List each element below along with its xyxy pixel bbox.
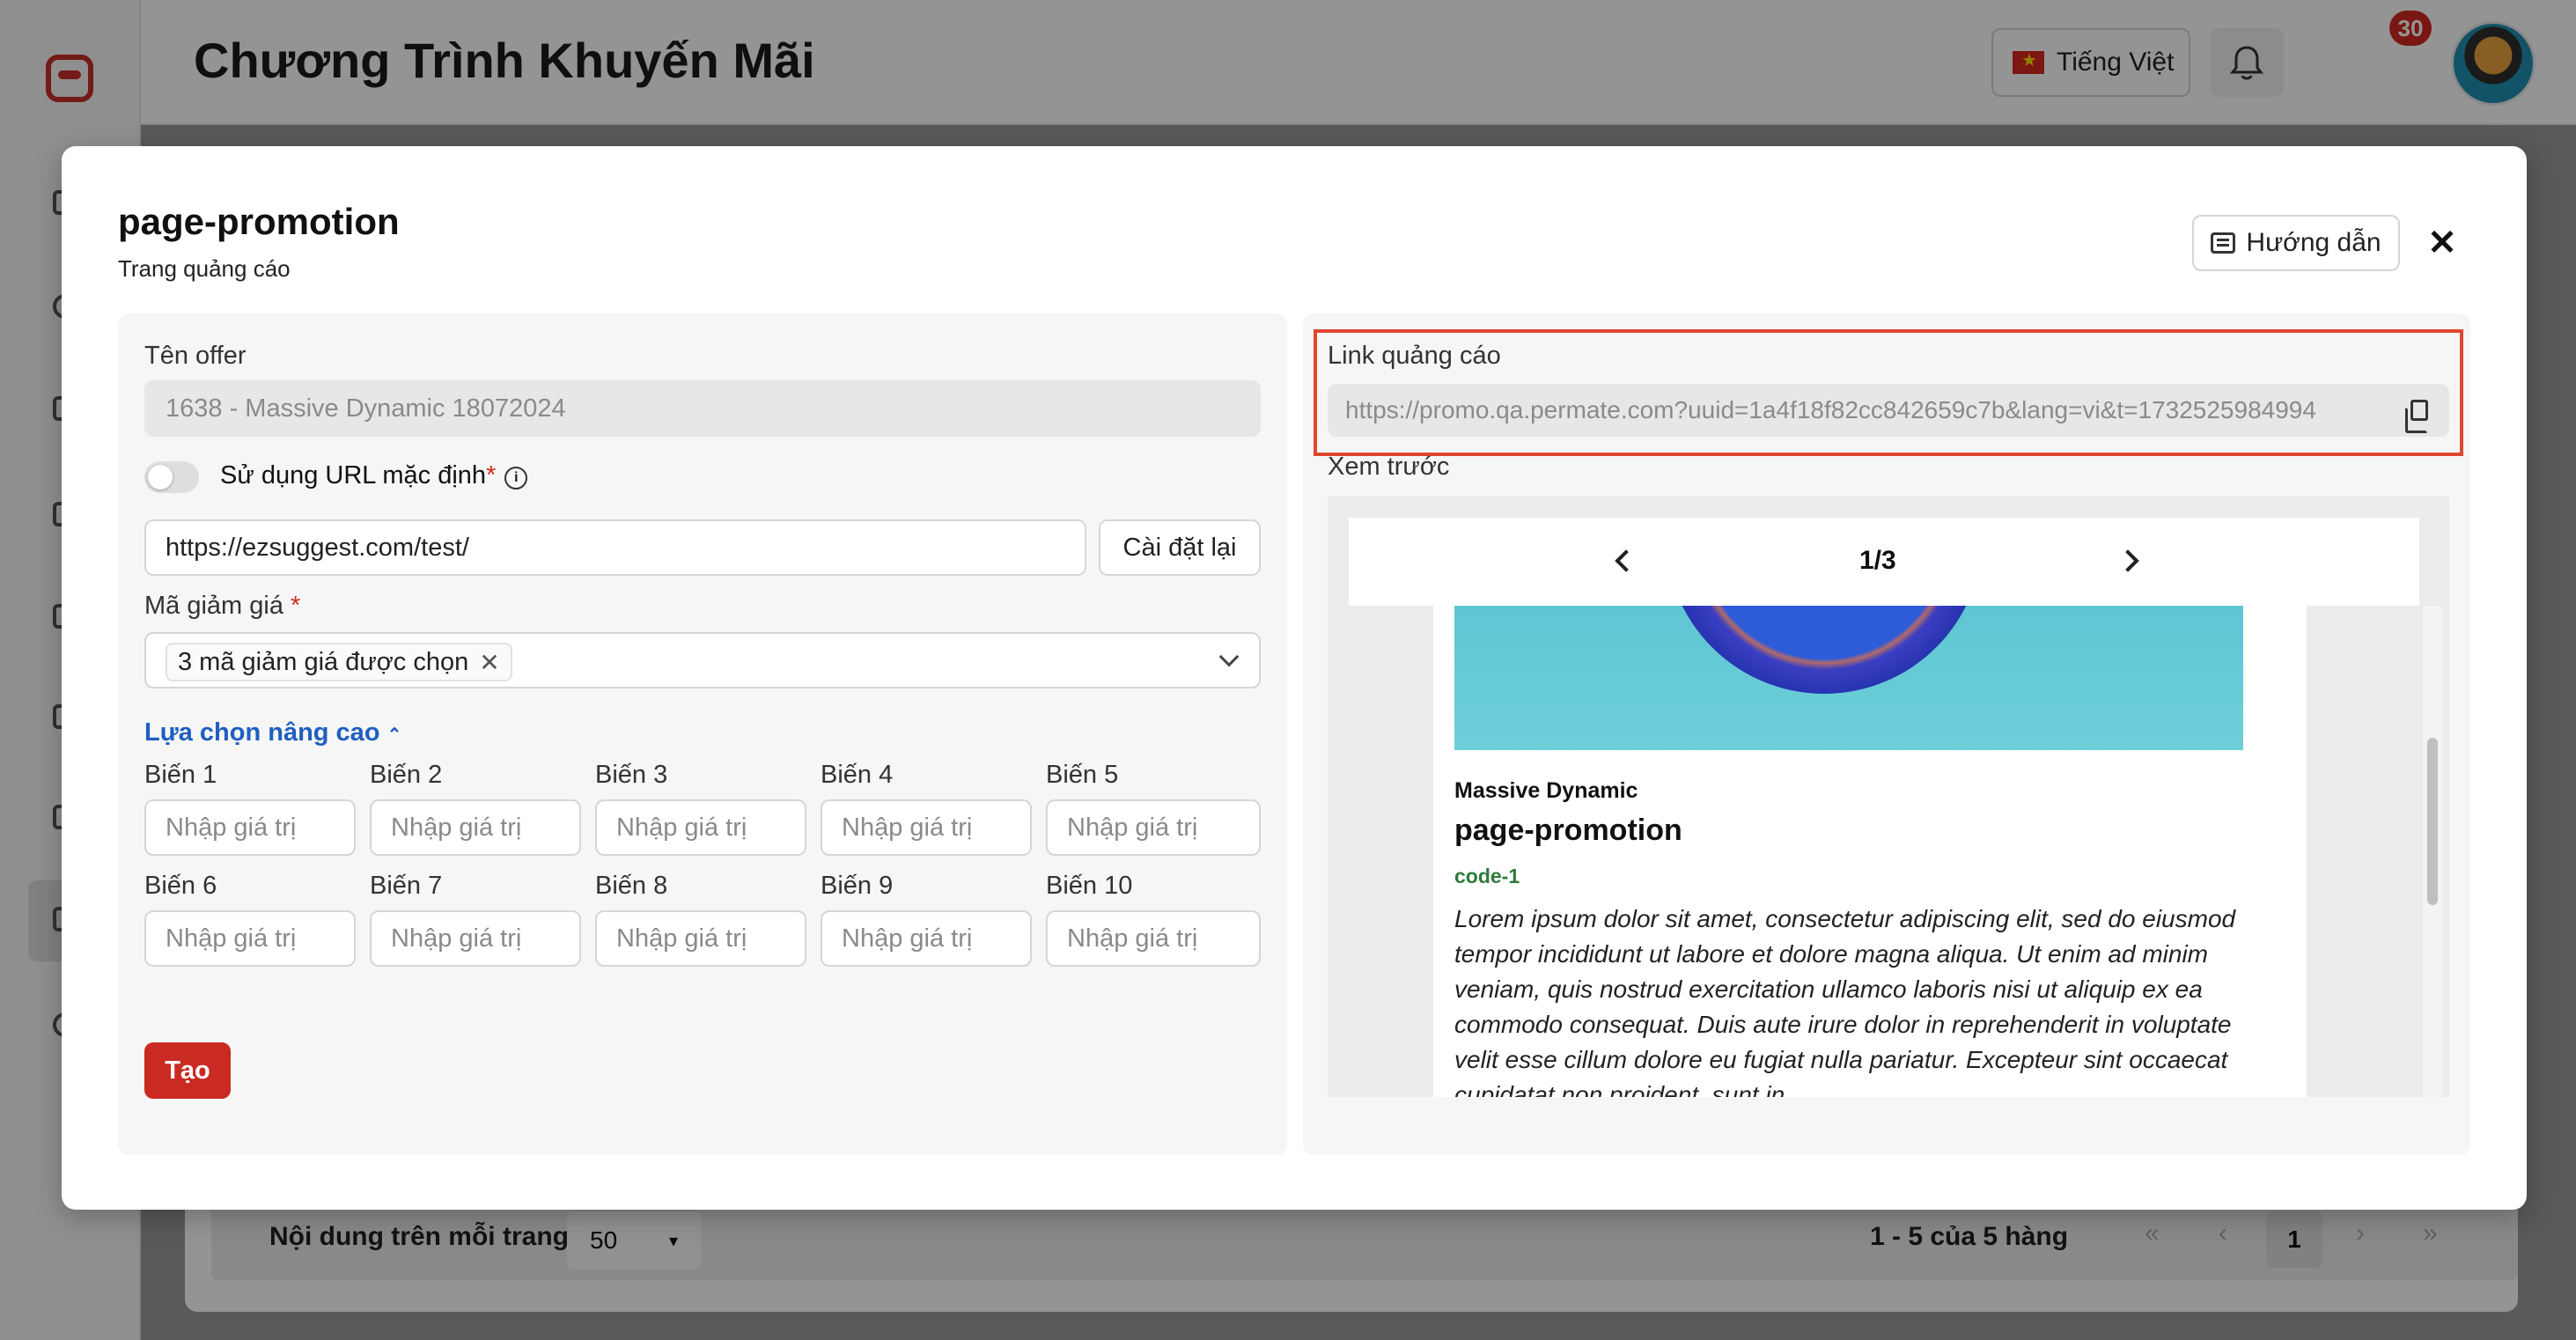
variable-label: Biến 10 <box>1046 872 1133 900</box>
preview-label: Xem trước <box>1328 453 1450 481</box>
preview-frame: Massive Dynamic page-promotion code-1 Lo… <box>1328 497 2449 1097</box>
variable-input[interactable]: Nhập giá trị <box>144 910 356 967</box>
variable-label: Biến 3 <box>595 761 668 789</box>
preview-description: Lorem ipsum dolor sit amet, consectetur … <box>1454 905 2236 1097</box>
default-url-toggle[interactable] <box>144 461 199 493</box>
offer-field: 1638 - Massive Dynamic 18072024 <box>144 380 1261 437</box>
ad-link-field[interactable]: https://promo.qa.permate.com?uuid=1a4f18… <box>1328 384 2449 437</box>
preview-brand: Massive Dynamic <box>1454 778 1638 803</box>
coupon-tag-label: 3 mã giảm giá được chọn <box>178 647 469 676</box>
info-icon[interactable]: i <box>504 467 528 490</box>
close-icon[interactable]: ✕ <box>2421 222 2463 264</box>
chevron-left-icon[interactable] <box>1615 549 1638 572</box>
preview-banner-image <box>1454 606 2243 750</box>
slide-counter: 1/3 <box>1859 546 1896 575</box>
chevron-down-icon <box>1218 646 1240 667</box>
advanced-options-toggle[interactable]: Lựa chọn nâng cao ⌃ <box>144 718 401 747</box>
variable-label: Biến 1 <box>144 761 217 789</box>
preview-scrollbar[interactable] <box>2423 606 2442 1097</box>
url-input[interactable]: https://ezsuggest.com/test/ <box>144 519 1086 576</box>
guide-label: Hướng dẫn <box>2246 228 2381 257</box>
preview-slider-nav: 1/3 <box>1349 518 2419 606</box>
variable-label: Biến 8 <box>595 872 668 900</box>
ad-link-url: https://promo.qa.permate.com?uuid=1a4f18… <box>1345 396 2316 423</box>
variable-label: Biến 2 <box>370 761 443 789</box>
preview-title: page-promotion <box>1454 814 1682 847</box>
scrollbar-thumb[interactable] <box>2427 738 2438 905</box>
variable-label: Biến 5 <box>1046 761 1119 789</box>
preview-code: code-1 <box>1454 865 1520 887</box>
coupon-select[interactable]: 3 mã giảm giá được chọn ✕ <box>144 632 1261 688</box>
advanced-options-label: Lựa chọn nâng cao <box>144 718 380 747</box>
variable-input[interactable]: Nhập giá trị <box>821 799 1032 856</box>
modal-subtitle: Trang quảng cáo <box>118 255 291 282</box>
guide-icon <box>2211 232 2236 254</box>
variable-input[interactable]: Nhập giá trị <box>821 910 1032 967</box>
required-mark: * <box>486 461 497 490</box>
create-button[interactable]: Tạo <box>144 1042 231 1099</box>
offer-label: Tên offer <box>144 342 247 370</box>
variable-input[interactable]: Nhập giá trị <box>595 910 806 967</box>
variable-input[interactable]: Nhập giá trị <box>370 799 581 856</box>
coupon-label-row: Mã giảm giá * <box>144 592 300 621</box>
required-mark: * <box>291 592 301 620</box>
variable-input[interactable]: Nhập giá trị <box>1046 910 1261 967</box>
preview-card: Massive Dynamic page-promotion code-1 Lo… <box>1433 606 2307 1097</box>
promotion-modal: page-promotion Trang quảng cáo Hướng dẫn… <box>62 146 2527 1210</box>
copy-icon[interactable] <box>2405 400 2428 433</box>
variable-input[interactable]: Nhập giá trị <box>370 910 581 967</box>
guide-button[interactable]: Hướng dẫn <box>2192 215 2400 271</box>
variable-input[interactable]: Nhập giá trị <box>144 799 356 856</box>
reset-button[interactable]: Cài đặt lại <box>1099 519 1261 576</box>
coupon-tag: 3 mã giảm giá được chọn ✕ <box>166 643 512 681</box>
chevron-right-icon[interactable] <box>2116 549 2139 572</box>
coupon-label: Mã giảm giá <box>144 592 283 620</box>
default-url-label-row: Sử dụng URL mặc định* i <box>220 461 528 490</box>
ad-link-panel: Link quảng cáo https://promo.qa.permate.… <box>1303 313 2470 1155</box>
ad-link-label: Link quảng cáo <box>1328 342 1501 370</box>
chevron-up-icon: ⌃ <box>386 725 402 745</box>
variable-label: Biến 6 <box>144 872 217 900</box>
variable-input[interactable]: Nhập giá trị <box>1046 799 1261 856</box>
variable-label: Biến 7 <box>370 872 443 900</box>
variable-label: Biến 4 <box>821 761 894 789</box>
promotion-form: Tên offer 1638 - Massive Dynamic 1807202… <box>118 313 1287 1155</box>
variable-input[interactable]: Nhập giá trị <box>595 799 806 856</box>
default-url-label: Sử dụng URL mặc định <box>220 461 487 490</box>
remove-tag-icon[interactable]: ✕ <box>479 648 499 677</box>
modal-title: page-promotion <box>118 201 400 242</box>
variable-label: Biến 9 <box>821 872 894 900</box>
